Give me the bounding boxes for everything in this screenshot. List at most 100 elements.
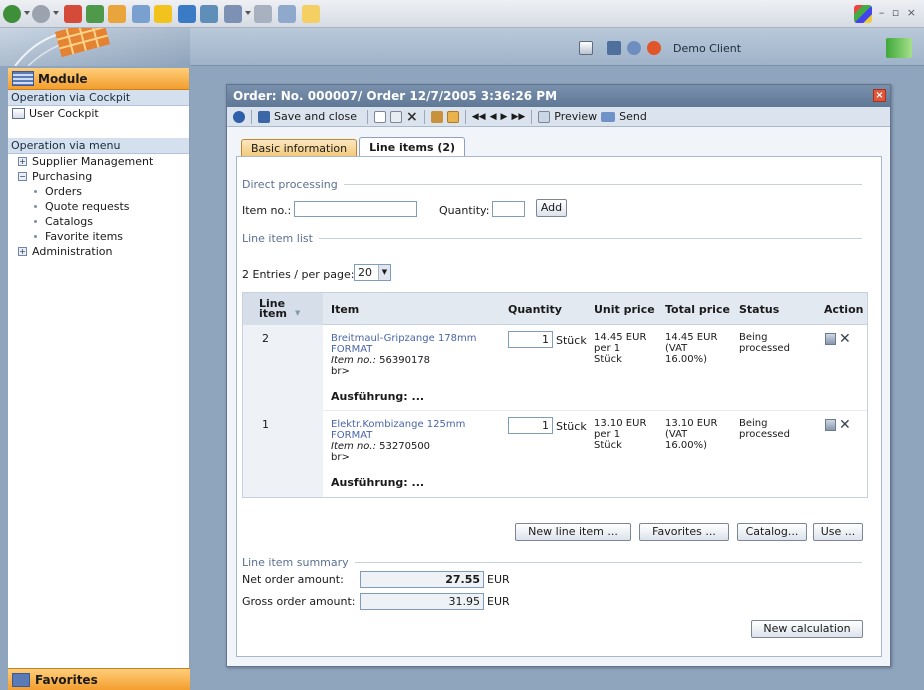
per-page-select[interactable]: 20 ▼	[354, 264, 391, 281]
item-name-link[interactable]: Elektr.Kombizange 125mm FORMAT	[331, 419, 465, 441]
send-icon[interactable]	[601, 111, 616, 122]
new-calculation-button[interactable]: New calculation	[751, 620, 863, 638]
column-header-label: Line item	[259, 297, 287, 320]
item-no-label: Item no.:	[331, 355, 376, 366]
windows-logo-icon	[854, 5, 872, 23]
item-name-line1: Breitmaul-Gripzange 178mm	[331, 333, 477, 344]
refresh-icon[interactable]	[86, 5, 104, 23]
item-extra: br>	[331, 366, 350, 377]
logout-icon[interactable]	[647, 41, 661, 55]
info-icon[interactable]	[627, 41, 641, 55]
use-button[interactable]: Use ...	[813, 523, 863, 541]
edit-icon[interactable]	[825, 333, 836, 345]
favorites-title: Favorites	[35, 672, 98, 687]
save-close-button[interactable]: Save and close	[274, 110, 357, 123]
move-up-icon[interactable]	[430, 110, 443, 123]
quantity-input[interactable]: 1	[508, 417, 553, 434]
direct-processing-legend: Direct processing	[242, 178, 862, 191]
catalog-button[interactable]: Catalog...	[737, 523, 807, 541]
sidebar-item-user-cockpit[interactable]: User Cockpit	[8, 106, 189, 121]
delete-icon[interactable]: ✕	[839, 332, 851, 346]
col-status[interactable]: Status	[739, 293, 779, 325]
back-icon[interactable]	[233, 110, 245, 123]
last-record-icon[interactable]: ▶▶	[511, 112, 525, 122]
new-line-item-button[interactable]: New line item ...	[515, 523, 631, 541]
first-record-icon[interactable]: ◀◀	[472, 112, 486, 122]
sidebar-item-supplier-management[interactable]: + Supplier Management	[8, 154, 189, 169]
sidebar-item-quote-requests[interactable]: Quote requests	[8, 199, 189, 214]
previous-record-icon[interactable]: ◀	[490, 112, 497, 122]
col-quantity[interactable]: Quantity	[508, 293, 562, 325]
sidebar-item-label: Purchasing	[32, 170, 93, 183]
edit-icon[interactable]	[825, 419, 836, 431]
grid-icon[interactable]	[607, 41, 621, 55]
next-record-icon[interactable]: ▶	[501, 112, 508, 122]
print-icon[interactable]	[254, 5, 272, 23]
window-controls[interactable]: – ▫ ×	[879, 6, 918, 19]
edit-icon[interactable]	[278, 5, 296, 23]
table-row[interactable]: 2 Breitmaul-Gripzange 178mm FORMAT Item …	[243, 325, 867, 411]
mail-icon[interactable]	[224, 5, 242, 23]
item-extra: br>	[331, 452, 350, 463]
forward-dropdown-icon[interactable]	[53, 11, 59, 15]
quantity-input[interactable]	[492, 201, 525, 217]
add-button[interactable]: Add	[536, 199, 567, 217]
total-price: 13.10 EUR (VAT 16.00%)	[665, 418, 717, 451]
col-line-item[interactable]: Line item	[259, 293, 309, 325]
delete-icon[interactable]: ✕	[839, 418, 851, 432]
folder-icon[interactable]	[302, 5, 320, 23]
preview-icon[interactable]	[538, 110, 551, 123]
media-icon[interactable]	[178, 5, 196, 23]
sidebar-item-label: Orders	[45, 185, 82, 198]
item-no-input[interactable]	[294, 201, 417, 217]
sidebar-item-purchasing[interactable]: − Purchasing	[8, 169, 189, 184]
item-name-link[interactable]: Breitmaul-Gripzange 178mm FORMAT	[331, 333, 477, 355]
sidebar-item-orders[interactable]: Orders	[8, 184, 189, 199]
collapse-icon[interactable]: −	[18, 172, 27, 181]
copy-icon[interactable]	[390, 110, 403, 123]
move-down-icon[interactable]	[446, 110, 459, 123]
back-icon[interactable]	[3, 5, 21, 23]
quantity-input[interactable]: 1	[508, 331, 553, 348]
favorites-header[interactable]: Favorites	[8, 668, 190, 690]
col-action[interactable]: Action	[824, 293, 863, 325]
col-item[interactable]: Item	[331, 293, 359, 325]
expand-icon[interactable]: +	[18, 157, 27, 166]
item-no-value: 53270500	[379, 441, 431, 452]
forward-icon[interactable]	[32, 5, 50, 23]
new-document-icon[interactable]	[374, 110, 387, 123]
back-dropdown-icon[interactable]	[24, 11, 30, 15]
col-total-price[interactable]: Total price	[665, 293, 730, 325]
status-line: Being	[739, 418, 768, 429]
favorites-button[interactable]: Favorites ...	[639, 523, 729, 541]
close-icon[interactable]: ×	[873, 89, 886, 102]
sidebar-item-administration[interactable]: + Administration	[8, 244, 189, 259]
line-no: 2	[262, 332, 269, 345]
mail-dropdown-icon[interactable]	[245, 11, 251, 15]
send-button[interactable]: Send	[619, 110, 647, 123]
line-no: 1	[262, 418, 269, 431]
status-line: processed	[739, 429, 790, 440]
header-tools: Demo Client	[579, 38, 741, 58]
sidebar-item-favorite-items[interactable]: Favorite items	[8, 229, 189, 244]
home-icon[interactable]	[108, 5, 126, 23]
star-icon[interactable]	[154, 5, 172, 23]
expand-icon[interactable]: +	[18, 247, 27, 256]
quantity-unit: Stück	[556, 420, 587, 433]
stop-icon[interactable]	[64, 5, 82, 23]
tab-basic-information[interactable]: Basic information	[241, 139, 358, 157]
col-unit-price[interactable]: Unit price	[594, 293, 655, 325]
history-icon[interactable]	[200, 5, 218, 23]
delete-icon[interactable]: ×	[406, 109, 418, 125]
search-icon[interactable]	[132, 5, 150, 23]
table-row[interactable]: 1 Elektr.Kombizange 125mm FORMAT Item no…	[243, 411, 867, 497]
home-icon[interactable]	[579, 41, 593, 55]
sort-icon[interactable]: ▼	[295, 309, 300, 317]
legend-label: Direct processing	[242, 178, 338, 191]
preview-button[interactable]: Preview	[554, 110, 597, 123]
sidebar-item-catalogs[interactable]: Catalogs	[8, 214, 189, 229]
chevron-down-icon[interactable]: ▼	[378, 265, 390, 280]
divider	[343, 184, 862, 185]
save-icon[interactable]	[258, 110, 270, 123]
tab-line-items[interactable]: Line items (2)	[359, 137, 466, 157]
